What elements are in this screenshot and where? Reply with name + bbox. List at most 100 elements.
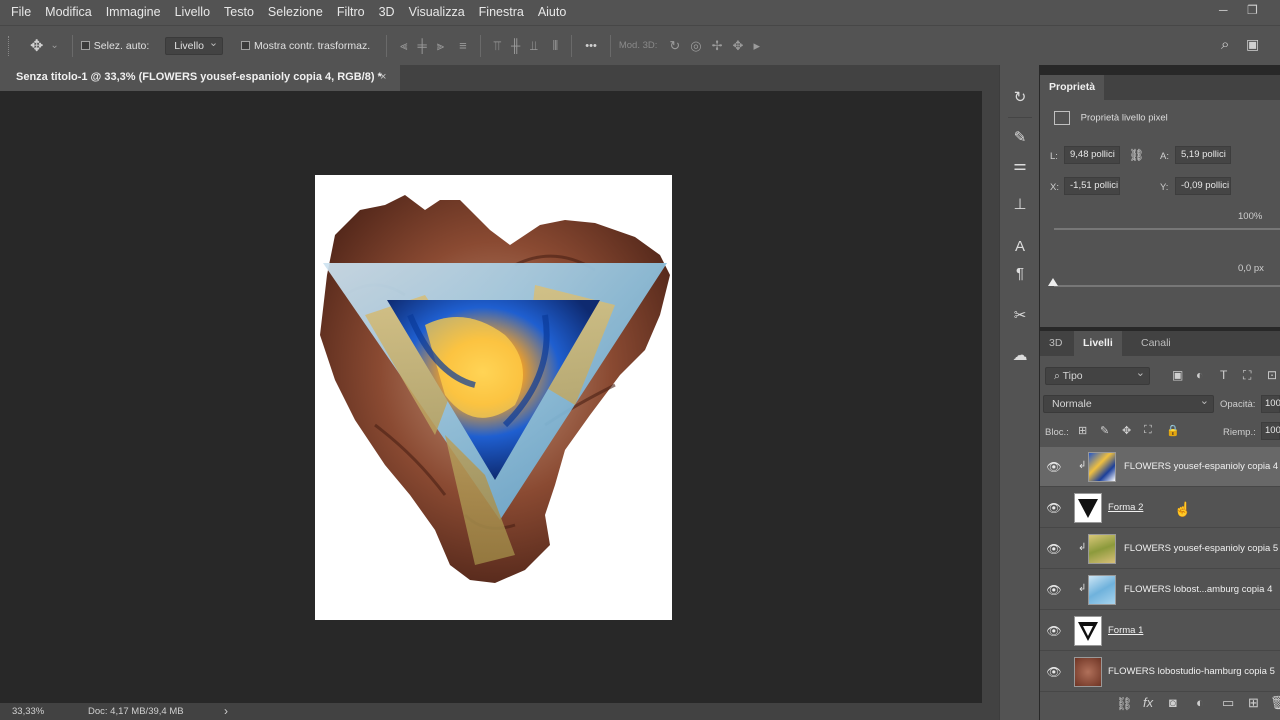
menu-filtro[interactable]: Filtro: [330, 0, 372, 25]
adjustment-filter-icon[interactable]: ◐: [1196, 368, 1203, 382]
lock-artboard-icon[interactable]: ⛶: [1144, 424, 1152, 437]
adjustments-icon[interactable]: ⚌: [1008, 153, 1032, 177]
menu-livello[interactable]: Livello: [168, 0, 217, 25]
chevron-down-icon[interactable]: ⌄: [50, 40, 58, 51]
slider-knob[interactable]: [1048, 278, 1058, 286]
tools-icon[interactable]: ✂: [1008, 303, 1032, 327]
layer-filter-dropdown[interactable]: ⌕ Tipo: [1045, 365, 1150, 385]
canvas-document[interactable]: [315, 175, 672, 620]
restore-button[interactable]: ❐: [1247, 3, 1258, 17]
new-layer-icon[interactable]: ⊞: [1248, 695, 1259, 711]
menu-visualizza[interactable]: Visualizza: [402, 0, 472, 25]
visibility-eye-icon[interactable]: 👁: [1046, 583, 1062, 597]
new-group-icon[interactable]: ▭: [1222, 695, 1234, 711]
align-right-icon[interactable]: ⫸: [437, 38, 444, 54]
smart-object-filter-icon[interactable]: ⊡: [1267, 368, 1277, 382]
fill-field[interactable]: 100: [1261, 422, 1280, 440]
shape-filter-icon[interactable]: ⛶: [1243, 368, 1251, 383]
blend-mode-dropdown[interactable]: Normale: [1043, 393, 1214, 413]
layer-style-icon[interactable]: fx: [1143, 695, 1153, 710]
paragraph-icon[interactable]: ¶: [1008, 261, 1032, 285]
pixel-filter-icon[interactable]: ▣: [1172, 368, 1183, 382]
zoom-level[interactable]: 33,33%: [12, 706, 44, 717]
height-field[interactable]: 5,19 pollici: [1175, 146, 1231, 164]
align-left-icon[interactable]: ⫷: [400, 38, 407, 54]
distribute-vcenter-icon[interactable]: ╫: [511, 38, 520, 53]
layer-filter-value: Tipo: [1062, 370, 1083, 382]
canvas-scrollbar[interactable]: [982, 91, 999, 703]
panel-icon-strip: ↻ ✎ ⚌ ⊥ A ¶ ✂ ☁: [999, 65, 1039, 720]
distribute-top-icon[interactable]: ⫪: [494, 38, 501, 54]
visibility-eye-icon[interactable]: 👁: [1046, 460, 1062, 474]
visibility-eye-icon[interactable]: 👁: [1046, 665, 1062, 679]
opacity-field[interactable]: 100: [1261, 395, 1280, 413]
y-label: Y:: [1160, 182, 1169, 193]
px-slider[interactable]: [1054, 285, 1280, 287]
layer-row[interactable]: 👁 Forma 1: [1040, 611, 1280, 651]
delete-layer-icon[interactable]: 🗑: [1270, 695, 1280, 711]
show-transform-checkbox[interactable]: [241, 40, 254, 52]
search-icon[interactable]: ⌕: [1221, 36, 1229, 53]
brush-preset-icon[interactable]: ✎: [1008, 125, 1032, 149]
tab-layers[interactable]: Livelli: [1074, 331, 1122, 356]
cloud-library-icon[interactable]: ☁: [1008, 343, 1032, 367]
auto-select-checkbox[interactable]: [80, 40, 94, 52]
slide-3d-icon[interactable]: ✥: [733, 38, 744, 54]
layer-row[interactable]: 👁 ↲ FLOWERS yousef-espanioly copia 4: [1040, 447, 1280, 487]
lock-all-icon[interactable]: 🔒: [1166, 424, 1180, 437]
menu-file[interactable]: File: [0, 0, 38, 25]
menu-aiuto[interactable]: Aiuto: [531, 0, 574, 25]
divider: [386, 34, 388, 57]
visibility-eye-icon[interactable]: 👁: [1046, 624, 1062, 638]
document-tab[interactable]: Senza titolo-1 @ 33,3% (FLOWERS yousef-e…: [0, 65, 400, 91]
close-tab-icon[interactable]: ×: [380, 65, 386, 89]
link-layers-icon[interactable]: ⛓: [1116, 696, 1133, 712]
y-field[interactable]: -0,09 pollici: [1175, 177, 1231, 195]
width-field[interactable]: 9,48 pollici: [1064, 146, 1120, 164]
link-icon[interactable]: ⛓: [1129, 148, 1144, 162]
menu-testo[interactable]: Testo: [217, 0, 261, 25]
more-options-button[interactable]: •••: [585, 40, 597, 52]
orbit-3d-icon[interactable]: ↻: [669, 38, 680, 54]
menu-modifica[interactable]: Modifica: [38, 0, 99, 25]
lock-transparency-icon[interactable]: ⊞: [1078, 424, 1087, 437]
add-mask-icon[interactable]: ◙: [1169, 695, 1177, 710]
menu-immagine[interactable]: Immagine: [99, 0, 168, 25]
clone-source-icon[interactable]: ⊥: [1008, 192, 1032, 216]
move-tool-icon[interactable]: ✥: [30, 36, 43, 56]
roll-3d-icon[interactable]: ◎: [690, 38, 701, 54]
visibility-eye-icon[interactable]: 👁: [1046, 542, 1062, 556]
distribute-horizontal-icon[interactable]: ⦀: [553, 38, 559, 54]
character-icon[interactable]: A: [1008, 234, 1032, 258]
pan-3d-icon[interactable]: ✢: [712, 38, 723, 54]
menu-3d[interactable]: 3D: [372, 0, 402, 25]
visibility-eye-icon[interactable]: 👁: [1046, 501, 1062, 515]
layer-row[interactable]: 👁 ↲ FLOWERS lobost...amburg copia 4: [1040, 570, 1280, 610]
type-filter-icon[interactable]: T: [1220, 368, 1227, 382]
minimize-button[interactable]: ─: [1219, 3, 1228, 17]
x-field[interactable]: -1,51 pollici: [1064, 177, 1120, 195]
lock-position-icon[interactable]: ✥: [1122, 424, 1131, 437]
percent-slider[interactable]: [1054, 228, 1280, 230]
align-hcenter-icon[interactable]: ╪: [418, 38, 427, 53]
distribute-bottom-icon[interactable]: ⫫: [530, 38, 537, 54]
tab-3d[interactable]: 3D: [1040, 331, 1071, 356]
tab-channels[interactable]: Canali: [1132, 331, 1180, 356]
layer-row[interactable]: 👁 ↲ FLOWERS yousef-espanioly copia 5: [1040, 529, 1280, 569]
auto-select-dropdown[interactable]: Livello: [165, 35, 224, 55]
workspace-icon[interactable]: ▣: [1246, 36, 1259, 53]
lock-label: Bloc.:: [1045, 427, 1069, 438]
layer-row[interactable]: 👁 FLOWERS lobostudio-hamburg copia 5: [1040, 652, 1280, 692]
status-menu-arrow[interactable]: ›: [224, 704, 228, 718]
menu-selezione[interactable]: Selezione: [261, 0, 330, 25]
align-top-icon[interactable]: ≡: [459, 38, 467, 53]
new-adjustment-icon[interactable]: ◐: [1196, 695, 1204, 710]
lock-pixels-icon[interactable]: ✎: [1100, 424, 1109, 437]
px-value: 0,0 px: [1238, 263, 1264, 274]
options-bar: ✥ ⌄ Selez. auto: Livello Mostra contr. t…: [0, 25, 1280, 65]
history-icon[interactable]: ↻: [1008, 85, 1032, 109]
tab-properties[interactable]: Proprietà: [1040, 75, 1105, 100]
menu-finestra[interactable]: Finestra: [472, 0, 531, 25]
scale-3d-icon[interactable]: ▸: [753, 38, 760, 54]
layer-row[interactable]: 👁 Forma 2 ☝: [1040, 488, 1280, 528]
